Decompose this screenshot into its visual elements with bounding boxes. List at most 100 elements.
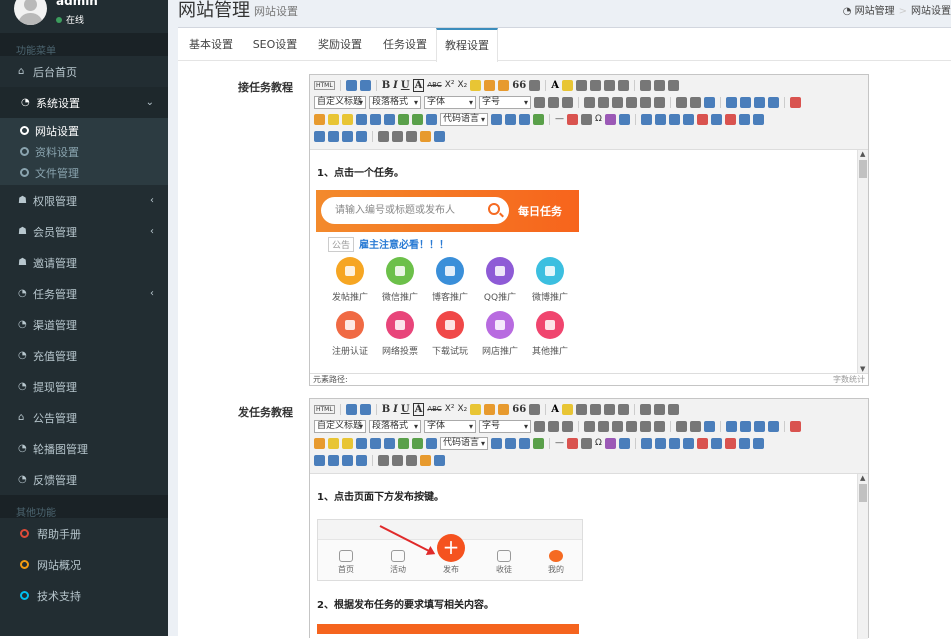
horizontal-rule-icon[interactable]: — [555, 114, 564, 124]
insert-frame-icon[interactable] [426, 113, 437, 125]
help-icon[interactable] [434, 130, 445, 142]
superscript-button[interactable]: X² [445, 80, 455, 90]
insert-table-icon[interactable] [640, 113, 652, 125]
image-left-icon[interactable] [740, 96, 751, 108]
drafts-icon[interactable] [420, 454, 431, 466]
align-justify-icon[interactable] [626, 420, 637, 432]
superscript-button[interactable]: X² [445, 404, 455, 414]
font-size-select[interactable]: 字号 [479, 95, 531, 109]
insert-frame-icon[interactable] [426, 437, 437, 449]
horizontal-rule-icon[interactable]: — [555, 438, 564, 448]
simple-upload-icon[interactable] [790, 420, 801, 432]
indent-icon[interactable] [562, 420, 573, 432]
image-none-icon[interactable] [726, 96, 737, 108]
unordered-list-icon[interactable] [589, 403, 601, 415]
template-icon[interactable] [505, 113, 516, 125]
paragraph-format-select[interactable]: 段落格式 [369, 95, 421, 109]
italic-button[interactable]: I [393, 404, 398, 415]
scrawl-icon[interactable] [342, 113, 353, 125]
cell-props-icon[interactable] [356, 454, 367, 466]
line-height-icon[interactable] [667, 79, 679, 91]
align-left-icon[interactable] [584, 96, 595, 108]
wordimage-icon[interactable] [533, 437, 544, 449]
case-lower-icon[interactable] [654, 420, 665, 432]
insert-paragraph-icon[interactable] [668, 113, 680, 125]
eraser-icon[interactable] [470, 403, 482, 415]
search-replace-icon[interactable] [392, 130, 403, 142]
insert-image-icon[interactable] [314, 113, 325, 125]
special-chars-button[interactable]: Ω [595, 114, 602, 124]
ltr-icon[interactable] [534, 96, 545, 108]
pagebreak-icon[interactable] [491, 437, 502, 449]
image-none-icon[interactable] [726, 420, 737, 432]
preview-icon[interactable] [618, 113, 630, 125]
sidebar-item-carousel[interactable]: ◔ 轮播图管理 [0, 433, 168, 464]
align-center-icon[interactable] [598, 96, 609, 108]
indent-icon[interactable] [562, 96, 573, 108]
insert-image-icon[interactable] [314, 437, 325, 449]
font-color-button[interactable]: A [551, 404, 559, 415]
bold-button[interactable]: B [382, 80, 390, 91]
simple-upload-icon[interactable] [790, 96, 801, 108]
strikethrough-button[interactable]: ABC [427, 405, 441, 413]
music-icon[interactable] [370, 113, 381, 125]
ordered-list-icon[interactable] [575, 403, 587, 415]
highlight-icon[interactable] [561, 79, 573, 91]
format-brush-icon[interactable] [484, 403, 496, 415]
scrollbar-thumb[interactable] [859, 484, 867, 502]
font-family-select[interactable]: 字体 [424, 95, 476, 109]
sidebar-item-feedback[interactable]: ◔ 反馈管理 [0, 464, 168, 495]
snapscreen-icon[interactable] [604, 437, 616, 449]
sidebar-item-withdraw[interactable]: ◔ 提现管理 [0, 371, 168, 402]
image-left-icon[interactable] [740, 420, 751, 432]
image-right-icon[interactable] [754, 420, 765, 432]
sidebar-item-members[interactable]: ☗ 会员管理 ‹ [0, 216, 168, 247]
insert-row-icon[interactable] [682, 437, 694, 449]
row-spacing-top-icon[interactable] [639, 79, 651, 91]
html-source-button[interactable]: HTML [314, 80, 335, 90]
print-icon[interactable] [378, 454, 389, 466]
auto-format-icon[interactable] [498, 403, 510, 415]
delete-col-icon[interactable] [724, 113, 736, 125]
font-border-button[interactable]: A [412, 402, 425, 416]
underline-button[interactable]: U [401, 80, 410, 91]
custom-style-select[interactable]: 自定义标题 [314, 419, 366, 433]
table-props-icon[interactable] [342, 454, 353, 466]
attachment-icon[interactable] [384, 113, 395, 125]
drafts-icon[interactable] [420, 130, 431, 142]
insert-row-icon[interactable] [682, 113, 694, 125]
binoculars-icon[interactable] [406, 454, 417, 466]
highlight-icon[interactable] [561, 403, 573, 415]
undo-icon[interactable] [345, 79, 357, 91]
editor-content[interactable]: 1、点击页面下方发布按键。 + 首页 活动 发布 收徒 我的 2、根据发布任务的… [310, 474, 868, 639]
blockquote-button[interactable]: 66 [512, 404, 526, 415]
sidebar-item-overview[interactable]: 网站概况 [0, 549, 168, 580]
image-center-icon[interactable] [768, 420, 779, 432]
sidebar-item-home[interactable]: ⌂ 后台首页 [0, 56, 168, 87]
insert-table-icon[interactable] [640, 437, 652, 449]
font-family-select[interactable]: 字体 [424, 419, 476, 433]
scroll-down-icon[interactable]: ▼ [860, 365, 865, 373]
align-center-icon[interactable] [598, 420, 609, 432]
tab-tasks[interactable]: 任务设置 [378, 28, 432, 61]
case-lower-icon[interactable] [654, 96, 665, 108]
auto-format-icon[interactable] [498, 79, 510, 91]
font-color-button[interactable]: A [551, 80, 559, 91]
rtl-icon[interactable] [548, 96, 559, 108]
link-icon[interactable] [676, 96, 687, 108]
rich-text-editor-receive[interactable]: HTML B I U A ABC X² X₂ 66 A 自定义标题 ▾ 段落格式… [309, 74, 869, 386]
eraser-icon[interactable] [470, 79, 482, 91]
clear-doc-icon[interactable] [617, 403, 629, 415]
line-height-icon[interactable] [667, 403, 679, 415]
italic-button[interactable]: I [393, 80, 398, 91]
split-cols-icon[interactable] [328, 454, 339, 466]
scroll-up-icon[interactable]: ▲ [860, 474, 865, 482]
split-rows-icon[interactable] [314, 454, 325, 466]
editor-scrollbar[interactable]: ▲ ▼ [857, 150, 868, 373]
scroll-up-icon[interactable]: ▲ [860, 150, 865, 158]
code-language-select[interactable]: 代码语言 [440, 436, 488, 450]
insert-col-icon[interactable] [710, 437, 722, 449]
music-icon[interactable] [370, 437, 381, 449]
ordered-list-icon[interactable] [575, 79, 587, 91]
link-icon[interactable] [676, 420, 687, 432]
